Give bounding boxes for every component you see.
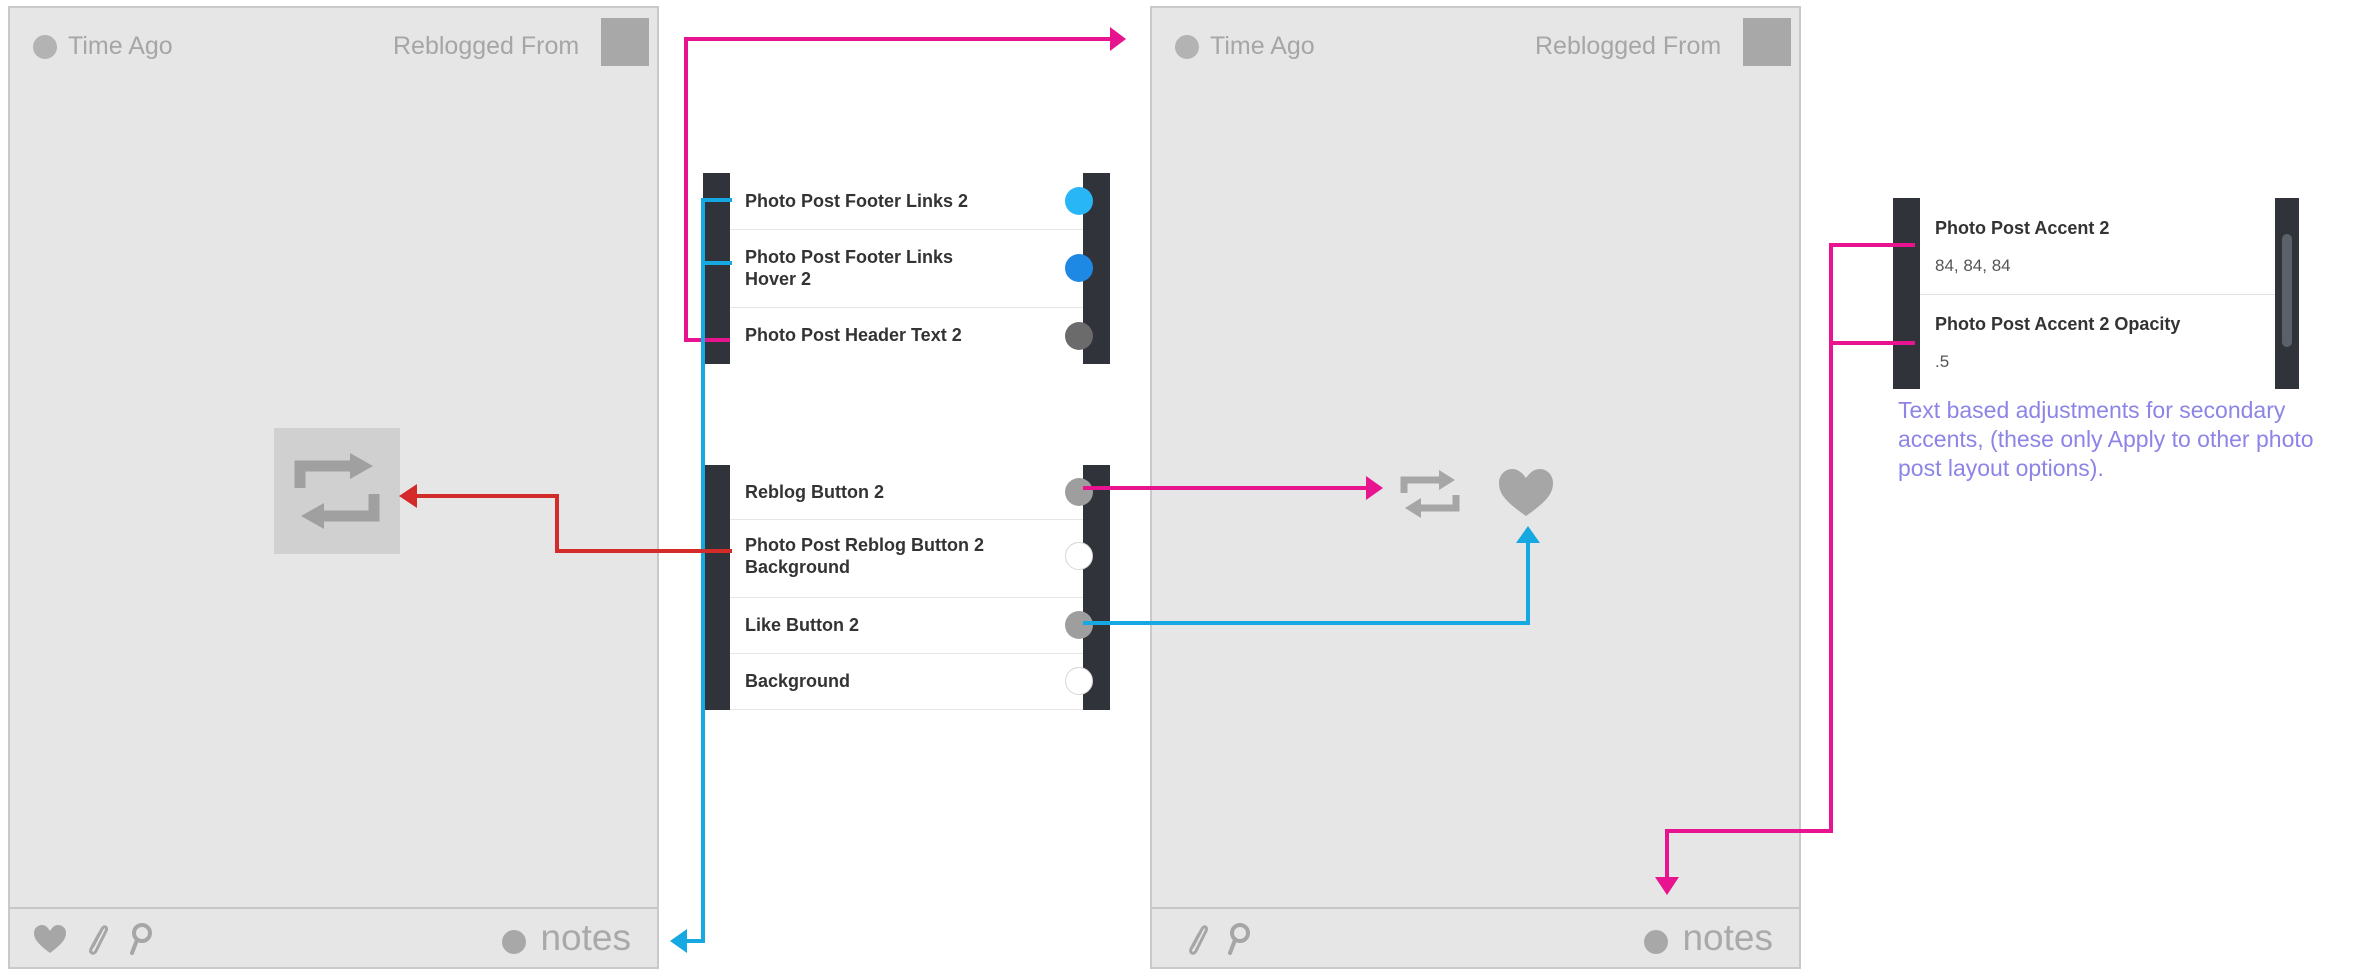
right-photo-post-mockup: Time Ago Reblogged From notes [1150,6,1801,969]
color-swatch[interactable] [1065,611,1093,639]
post-footer: notes [1152,907,1799,967]
setting-row-footer-links[interactable]: Photo Post Footer Links 2 [730,173,1093,230]
setting-label: Photo Post Accent 2 [1935,218,2110,238]
color-swatch[interactable] [1065,254,1093,282]
reblogged-from-label: Reblogged From [1535,32,1722,60]
time-ago-label: Time Ago [68,32,173,60]
footer-links-settings-panel: Photo Post Footer Links 2 Photo Post Foo… [703,173,1110,364]
panel-left-bar [703,465,730,710]
heart-icon[interactable] [32,923,68,955]
setting-row-reblog-button-background[interactable]: Photo Post Reblog Button 2 Background [730,519,1093,598]
setting-label: Photo Post Accent 2 Opacity [1935,314,2181,334]
header-dot [1175,35,1199,59]
avatar-placeholder [1743,18,1791,66]
time-ago-label: Time Ago [1210,32,1315,60]
post-footer: notes [10,907,657,967]
setting-row-like-button[interactable]: Like Button 2 [730,597,1093,654]
notes-link[interactable]: notes [540,918,631,958]
setting-label: Photo Post Footer Links 2 [745,191,969,211]
setting-label: Photo Post Reblog Button 2 Background [745,535,984,577]
setting-value-input[interactable]: 84, 84, 84 [1935,256,2011,276]
notes-link[interactable]: notes [1682,918,1773,958]
reblog-icon [294,453,380,529]
notes-dot [502,930,526,954]
search-icon[interactable] [1226,922,1252,956]
setting-row-footer-links-hover[interactable]: Photo Post Footer Links Hover 2 [730,229,1093,308]
color-swatch[interactable] [1065,322,1093,350]
notes-dot [1644,930,1668,954]
accent-settings-panel: Photo Post Accent 2 84, 84, 84 Photo Pos… [1893,198,2311,389]
setting-row-background[interactable]: Background [730,653,1093,710]
setting-label: Photo Post Header Text 2 [745,325,962,345]
paperclip-icon[interactable] [87,922,109,958]
color-swatch[interactable] [1065,542,1093,570]
reblog-icon[interactable] [1397,464,1463,524]
reblogged-from-label: Reblogged From [393,32,580,60]
panel-left-bar [703,173,730,364]
heart-icon[interactable] [1497,467,1555,519]
avatar-placeholder [601,18,649,66]
buttons-settings-panel: Reblog Button 2 Photo Post Reblog Button… [703,465,1110,710]
annotation-note: Text based adjustments for secondary acc… [1898,397,2314,481]
setting-row-header-text[interactable]: Photo Post Header Text 2 [730,307,1093,364]
left-photo-post-mockup: Time Ago Reblogged From notes [8,6,659,969]
search-icon[interactable] [128,922,154,956]
arrowhead [670,929,687,953]
setting-label: Background [745,671,851,691]
color-swatch[interactable] [1065,187,1093,215]
paperclip-icon[interactable] [1187,922,1209,958]
color-swatch[interactable] [1065,667,1093,695]
setting-label: Reblog Button 2 [745,482,884,502]
arrowhead [1110,27,1126,51]
setting-label: Photo Post Footer Links Hover 2 [745,247,954,289]
setting-row-accent-opacity[interactable]: Photo Post Accent 2 Opacity .5 [1920,294,2275,388]
setting-row-reblog-button[interactable]: Reblog Button 2 [730,465,1093,520]
setting-row-accent[interactable]: Photo Post Accent 2 84, 84, 84 [1920,198,2275,295]
header-dot [33,35,57,59]
color-swatch[interactable] [1065,478,1093,506]
setting-value-input[interactable]: .5 [1935,352,1949,372]
reblog-button-background[interactable] [274,428,400,554]
scrollbar-thumb[interactable] [2282,234,2292,347]
setting-label: Like Button 2 [745,615,860,635]
panel-right-bar [2275,198,2299,389]
panel-left-bar [1893,198,1920,389]
